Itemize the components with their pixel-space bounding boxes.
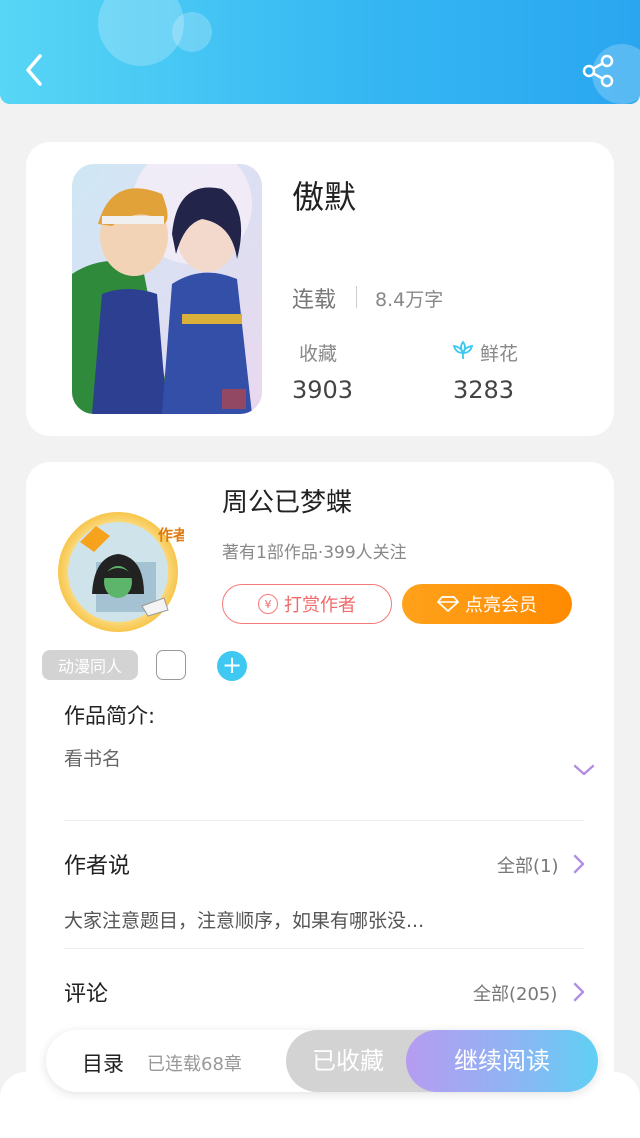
flowers-count: 3283 xyxy=(453,376,515,404)
chapter-count: 已连载68章 xyxy=(147,1054,242,1075)
vip-label: 点亮会员 xyxy=(465,595,537,616)
divider xyxy=(64,948,584,949)
cover-illustration xyxy=(72,164,262,414)
book-info-card: 傲默 连载 8.4万字 收藏 3903 鲜花 3283 xyxy=(26,142,614,436)
diamond-icon xyxy=(437,596,459,612)
author-says-text[interactable]: 大家注意题目，注意顺序，如果有哪张没... xyxy=(64,906,494,933)
comments-title: 评论 xyxy=(64,982,109,1007)
vip-button[interactable]: 点亮会员 xyxy=(402,584,572,624)
intro-text: 看书名 xyxy=(64,748,122,770)
avatar-image: 作者 xyxy=(58,512,188,632)
divider xyxy=(64,820,584,821)
favorites-label: 收藏 xyxy=(299,343,338,365)
share-button[interactable] xyxy=(580,52,618,90)
add-tag-button[interactable]: + xyxy=(217,651,247,681)
top-header xyxy=(0,0,640,104)
book-cover[interactable] xyxy=(72,164,262,414)
tip-author-label: 打赏作者 xyxy=(284,595,356,616)
book-title: 傲默 xyxy=(292,178,357,216)
back-button[interactable] xyxy=(18,50,54,90)
intro-title: 作品简介: xyxy=(64,704,156,728)
author-says-all-link[interactable]: 全部(1) xyxy=(497,852,559,878)
share-icon xyxy=(582,54,614,88)
flowers-label: 鲜花 xyxy=(480,343,519,365)
author-meta: 著有1部作品·399人关注 xyxy=(222,543,407,563)
author-name[interactable]: 周公已梦蝶 xyxy=(222,482,352,519)
word-count: 8.4万字 xyxy=(375,289,444,311)
avatar-badge-text: 作者 xyxy=(158,526,184,544)
tag-empty[interactable] xyxy=(156,650,186,680)
tip-author-button[interactable]: ¥ 打赏作者 xyxy=(222,584,392,624)
comments-all-link[interactable]: 全部(205) xyxy=(473,980,557,1006)
continue-reading-button[interactable]: 继续阅读 xyxy=(406,1030,598,1092)
flower-icon xyxy=(452,340,474,359)
tag-fan-fiction[interactable]: 动漫同人 xyxy=(42,650,138,680)
yen-coin-icon: ¥ xyxy=(258,594,278,614)
chevron-left-icon xyxy=(26,54,42,86)
chevron-right-icon[interactable] xyxy=(572,981,586,1003)
author-avatar[interactable]: 作者 xyxy=(52,502,188,634)
divider xyxy=(356,286,357,308)
chevron-right-icon[interactable] xyxy=(572,853,586,875)
decor-bubble xyxy=(172,12,212,52)
author-says-title: 作者说 xyxy=(64,854,131,879)
bottom-action-bar: 目录 已连载68章 已收藏 继续阅读 xyxy=(46,1030,598,1092)
toc-button[interactable]: 目录 xyxy=(82,1048,124,1078)
favorites-count: 3903 xyxy=(292,376,354,404)
serial-status: 连载 xyxy=(292,288,337,313)
chevron-down-icon[interactable] xyxy=(572,760,596,780)
